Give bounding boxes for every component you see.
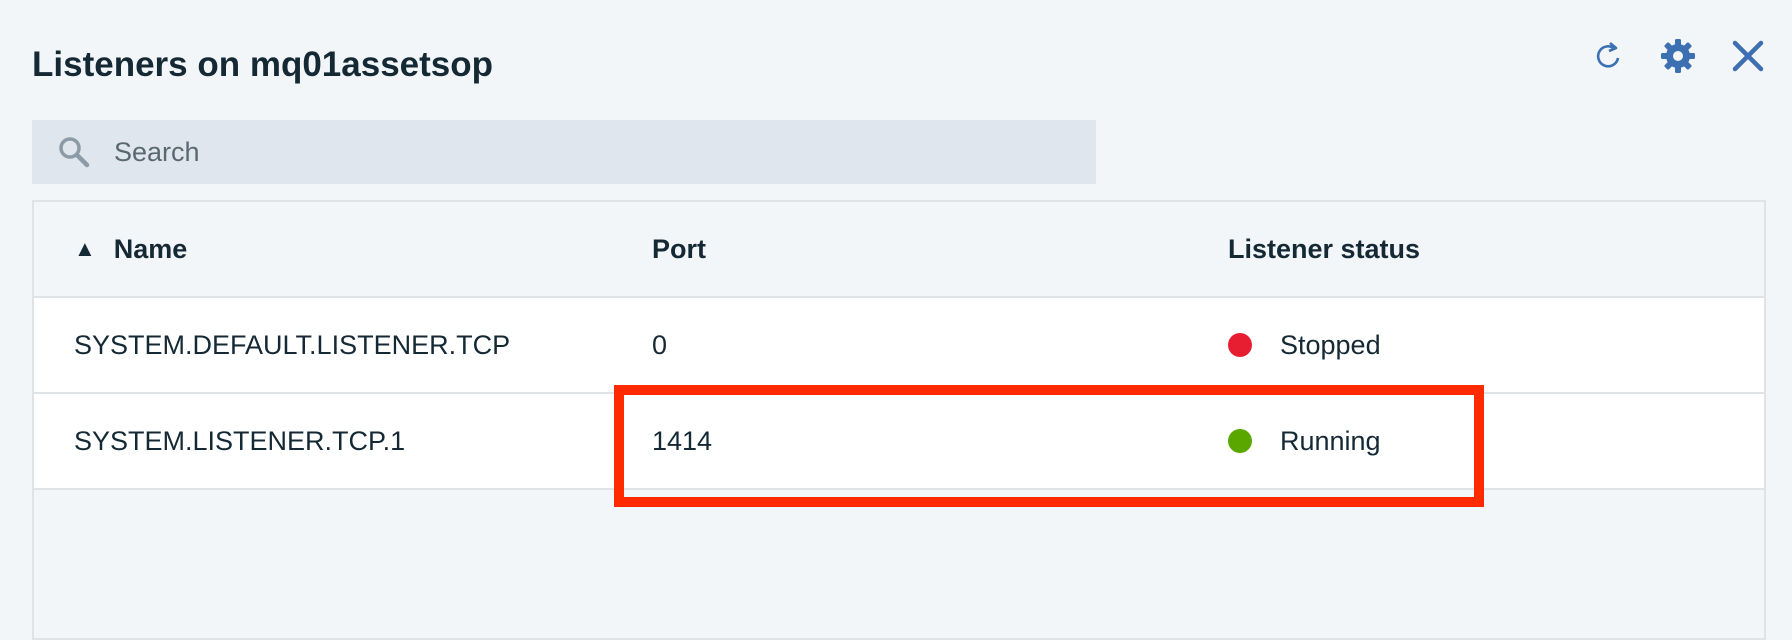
panel-title: Listeners on mq01assetsop [32, 45, 493, 84]
listeners-table: ▲ Name Port Listener status SYSTEM.DEFAU… [32, 200, 1766, 640]
column-header-status[interactable]: Listener status [1228, 234, 1764, 265]
toolbar [1588, 36, 1768, 76]
status-dot-icon [1228, 429, 1252, 453]
listener-port: 1414 [652, 425, 713, 456]
settings-button[interactable] [1658, 36, 1698, 76]
search-icon [54, 132, 94, 172]
status-label: Stopped [1280, 329, 1381, 360]
gear-icon [1661, 39, 1695, 73]
table-row[interactable]: SYSTEM.LISTENER.TCP.1 1414 Running [34, 394, 1764, 490]
column-label-port: Port [652, 233, 706, 264]
close-icon [1732, 40, 1764, 72]
column-label-name: Name [113, 233, 188, 264]
refresh-icon [1596, 42, 1620, 68]
table-row[interactable]: SYSTEM.DEFAULT.LISTENER.TCP 0 Stopped [34, 298, 1764, 394]
close-button[interactable] [1728, 36, 1768, 76]
search-bar[interactable] [32, 120, 1096, 184]
status-label: Running [1280, 425, 1381, 456]
listener-name: SYSTEM.DEFAULT.LISTENER.TCP [74, 329, 511, 360]
column-header-name[interactable]: ▲ Name [34, 234, 652, 265]
column-header-port[interactable]: Port [652, 234, 1228, 265]
listener-name: SYSTEM.LISTENER.TCP.1 [74, 425, 406, 456]
listener-status: Running [1228, 426, 1764, 457]
table-header: ▲ Name Port Listener status [34, 202, 1764, 298]
sort-ascending-icon[interactable]: ▲ [74, 236, 96, 262]
refresh-button[interactable] [1588, 36, 1628, 76]
listener-status: Stopped [1228, 330, 1764, 361]
column-label-status: Listener status [1228, 233, 1421, 264]
search-input[interactable] [112, 135, 1016, 169]
listener-port: 0 [652, 329, 668, 360]
status-dot-icon [1228, 333, 1252, 357]
